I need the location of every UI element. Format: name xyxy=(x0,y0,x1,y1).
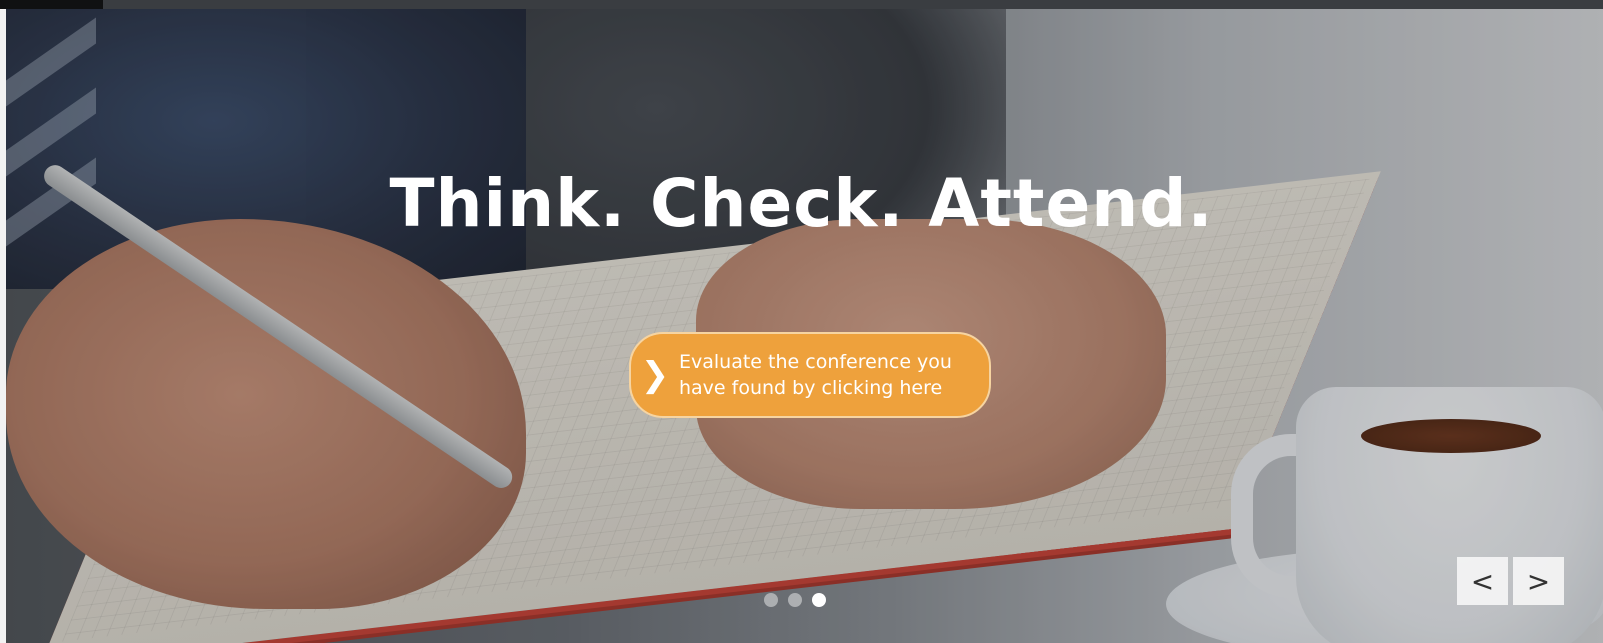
slider-prev-button[interactable]: < xyxy=(1457,557,1508,605)
slide-dot-3[interactable] xyxy=(812,593,826,607)
top-bar xyxy=(0,0,1603,9)
hero-overlay xyxy=(6,9,1603,643)
slider-pagination xyxy=(764,593,826,607)
slider-next-button[interactable]: > xyxy=(1513,557,1564,605)
hero-slider xyxy=(6,9,1603,643)
slide-dot-1[interactable] xyxy=(764,593,778,607)
slide-dot-2[interactable] xyxy=(788,593,802,607)
hero-headline: Think. Check. Attend. xyxy=(389,165,1214,242)
evaluate-conference-label: Evaluate the conference you have found b… xyxy=(679,351,952,399)
top-bar-accent xyxy=(0,0,103,9)
chevron-right-icon: ❯ xyxy=(640,355,670,395)
evaluate-conference-button[interactable]: ❯ Evaluate the conference you have found… xyxy=(629,332,991,418)
